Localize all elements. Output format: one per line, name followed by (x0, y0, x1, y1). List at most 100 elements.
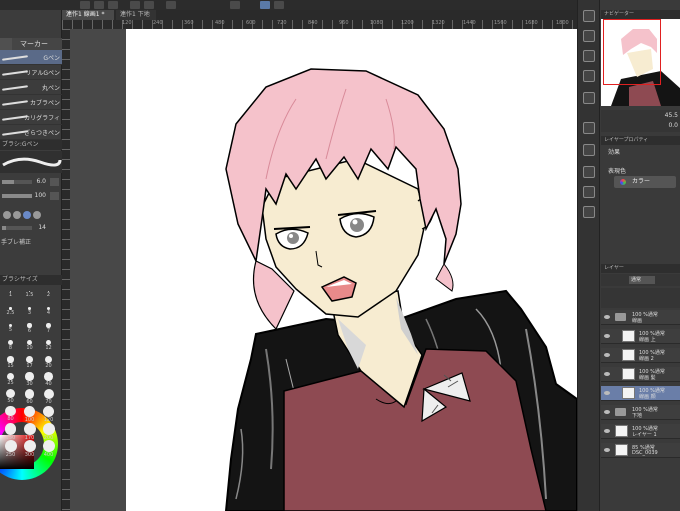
brush-shape-option[interactable] (3, 211, 11, 219)
brush-size-preset[interactable]: 2.5 (2, 304, 19, 321)
brush-size-preset[interactable]: 12 (40, 338, 57, 355)
brush-size-preset[interactable]: 3 (21, 304, 38, 321)
brush-size-value: 6.0 (36, 178, 46, 185)
brush-item[interactable]: ざらつきペン (0, 125, 62, 140)
opacity-spinner[interactable] (50, 192, 59, 200)
brush-size-preset[interactable]: 20 (40, 355, 57, 372)
timeline-icon[interactable] (583, 206, 595, 218)
info-icon[interactable] (583, 166, 595, 178)
canvas-area[interactable] (70, 29, 577, 511)
brush-shape-option[interactable] (13, 211, 21, 219)
brush-stroke-preview (0, 151, 62, 173)
pen-tab[interactable] (0, 38, 12, 50)
transform-icon[interactable] (230, 1, 240, 9)
brush-size-preset[interactable]: 6 (21, 321, 38, 338)
eye-icon[interactable] (604, 315, 610, 319)
brush-size-spinner[interactable] (50, 178, 59, 186)
navigator-view-frame[interactable] (603, 19, 661, 85)
opacity-row[interactable]: 100 (0, 190, 62, 202)
brush-size-preset[interactable]: 60 (21, 389, 38, 406)
brush-item[interactable]: カブラペン (0, 95, 62, 110)
layer-row[interactable]: 100 %通常 レイヤー 1 (601, 424, 680, 439)
brush-size-preset[interactable]: 200 (40, 423, 57, 441)
brush-size-preset[interactable]: 25 (2, 372, 19, 389)
opacity-slider[interactable] (2, 194, 32, 198)
save-icon[interactable] (108, 1, 118, 9)
brush-size-preset[interactable]: 8 (2, 338, 19, 355)
navigator-icon[interactable] (583, 10, 595, 22)
history-icon[interactable] (583, 70, 595, 82)
brush-size-preset[interactable]: 250 (2, 440, 19, 458)
brush-shape-option[interactable] (23, 211, 31, 219)
brush-item[interactable]: リアルGペン (0, 65, 62, 80)
fill-icon[interactable] (274, 1, 284, 9)
brush-size-preset[interactable]: 1.5 (21, 287, 38, 304)
brush-size-preset[interactable]: 120 (40, 406, 57, 423)
brush-stroke-preview (1, 70, 29, 76)
layer-row[interactable]: 100 %通常 線画 髪 (601, 367, 680, 382)
eye-icon[interactable] (604, 353, 610, 357)
open-file-icon[interactable] (94, 1, 104, 9)
layer-row[interactable]: 100 %通常 線画 顔 (601, 386, 680, 401)
eye-icon[interactable] (604, 391, 610, 395)
item-bank-icon[interactable] (583, 186, 595, 198)
undo-icon[interactable] (130, 1, 140, 9)
layer-row[interactable]: 100 %通常 線画 2 (601, 348, 680, 363)
expression-color-button[interactable]: カラー (614, 176, 676, 188)
layer-icon[interactable] (583, 30, 595, 42)
ruler-tick-label: 240 (153, 20, 163, 26)
redo-icon[interactable] (144, 1, 154, 9)
eye-icon[interactable] (604, 448, 610, 452)
brush-size-dot (24, 389, 35, 399)
brush-size-preset[interactable]: 10 (21, 338, 38, 355)
clear-icon[interactable] (166, 1, 176, 9)
brush-size-preset[interactable]: 70 (40, 389, 57, 406)
tab-document-1[interactable]: 連作1 線画1 * (62, 10, 114, 20)
brush-size-preset[interactable]: 170 (21, 423, 38, 441)
layer-row[interactable]: 85 %通常 DSC_0039 (601, 443, 680, 458)
hardness-slider[interactable] (2, 226, 32, 230)
brush-size-preset[interactable]: 150 (2, 423, 19, 441)
brush-size-preset[interactable]: 4 (40, 304, 57, 321)
drawing-canvas[interactable] (126, 29, 577, 511)
navigator-preview[interactable] (601, 19, 680, 106)
selection-icon[interactable] (260, 1, 270, 9)
anime-character-illustration (224, 68, 577, 511)
tab-marker[interactable]: マーカー (12, 38, 62, 50)
brush-item[interactable]: 丸ペン (0, 80, 62, 95)
new-file-icon[interactable] (80, 1, 90, 9)
brush-size-preset[interactable]: 100 (21, 406, 38, 423)
brush-size-preset[interactable]: 40 (40, 372, 57, 389)
brush-item[interactable]: カリグラフィ (0, 110, 62, 125)
brush-size-preset[interactable]: 300 (21, 440, 38, 458)
blend-mode-select[interactable]: 通常 (629, 276, 655, 284)
tab-document-2[interactable]: 連作1 下地1 (116, 10, 156, 28)
brush-size-preset[interactable]: 17 (21, 355, 38, 372)
brush-size-preset[interactable]: 15 (2, 355, 19, 372)
eye-icon[interactable] (604, 410, 610, 414)
layer-folder-row[interactable]: 100 %通常 線画 (601, 310, 680, 325)
layer-folder-row[interactable]: 100 %通常 下地 (601, 405, 680, 420)
brush-size-preset[interactable]: 50 (2, 389, 19, 406)
brush-item[interactable]: Gペン (0, 50, 62, 65)
layer-row[interactable]: 100 %通常 線画 上 (601, 329, 680, 344)
eye-icon[interactable] (604, 334, 610, 338)
brush-size-slider[interactable] (2, 180, 32, 184)
brush-size-preset[interactable]: 1 (2, 287, 19, 304)
layer-search-icon[interactable] (583, 122, 595, 134)
brush-shape-option[interactable] (33, 211, 41, 219)
brush-size-preset[interactable]: 5 (2, 321, 19, 338)
brush-size-preset[interactable]: 2 (40, 287, 57, 304)
sub-view-icon[interactable] (583, 92, 595, 104)
brush-size-preset[interactable]: 400 (40, 440, 57, 458)
hardness-row[interactable]: 14 (0, 222, 62, 234)
auto-action-icon[interactable] (583, 144, 595, 156)
brush-size-preset[interactable]: 7 (40, 321, 57, 338)
ruler-tick-label: 480 (215, 20, 225, 26)
brush-size-row[interactable]: 6.0 (0, 176, 62, 188)
material-icon[interactable] (583, 50, 595, 62)
eye-icon[interactable] (604, 429, 610, 433)
brush-size-preset[interactable]: 80 (2, 406, 19, 423)
brush-size-preset[interactable]: 30 (21, 372, 38, 389)
eye-icon[interactable] (604, 372, 610, 376)
